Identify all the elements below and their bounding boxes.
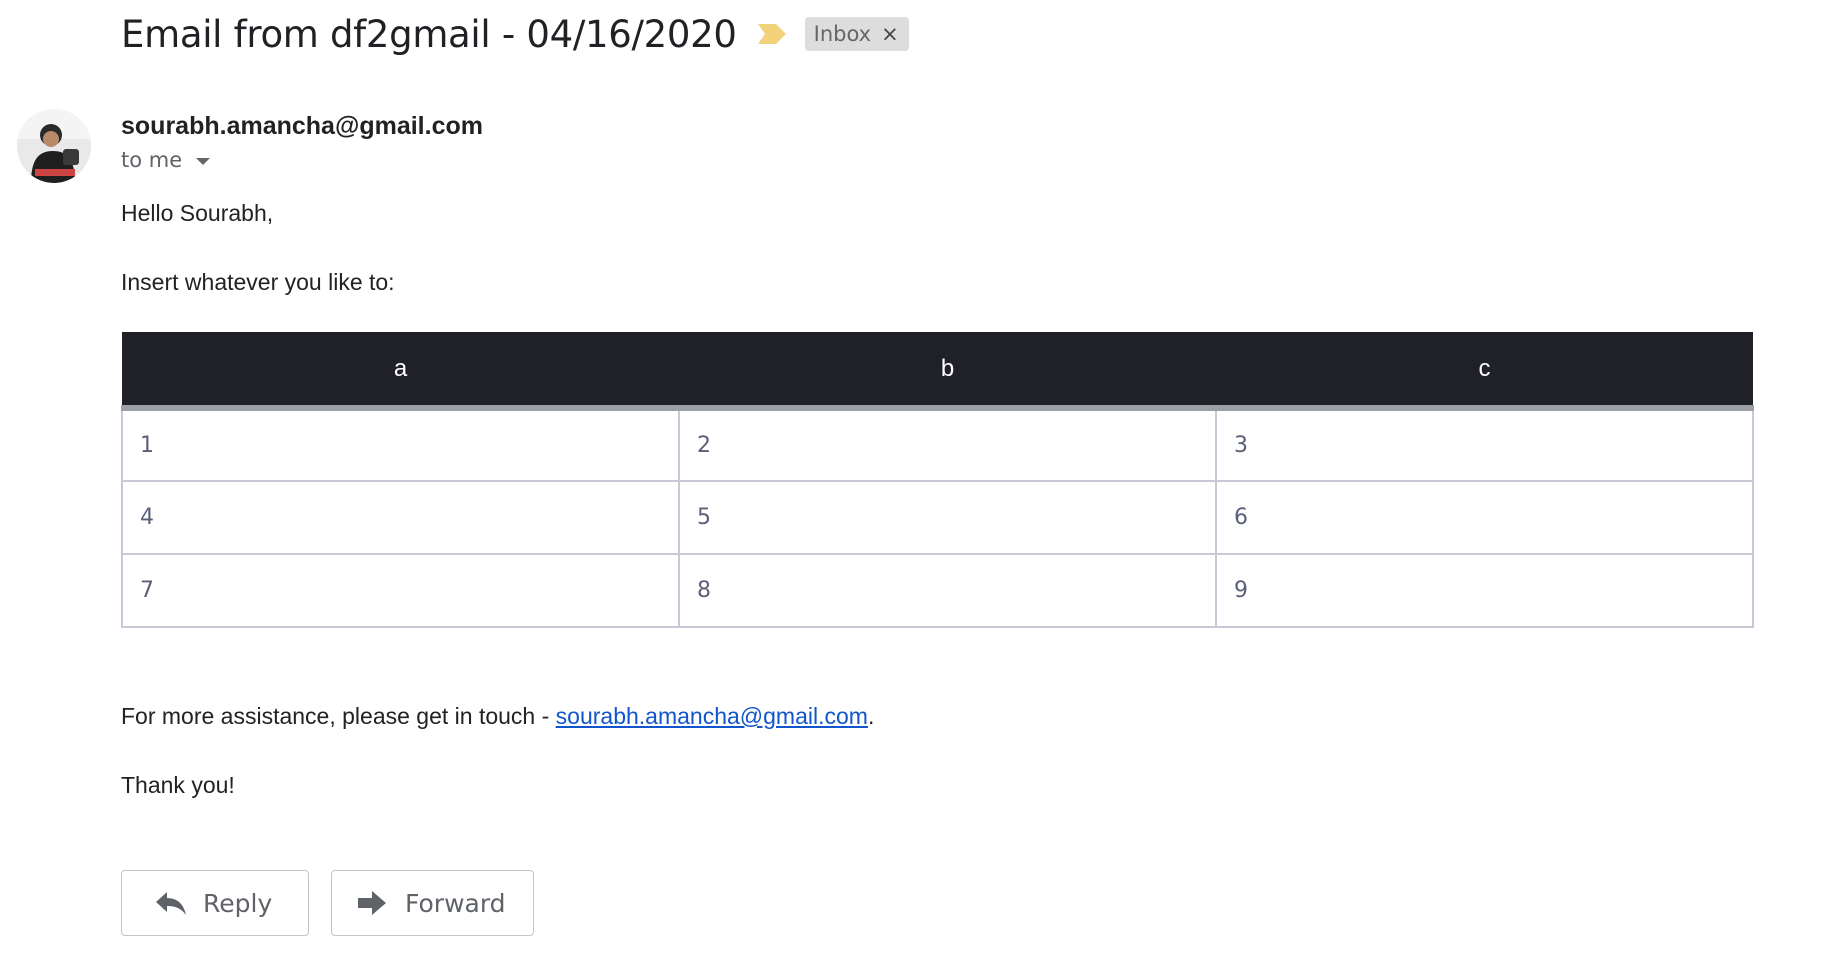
email-intro: Insert whatever you like to: — [121, 269, 395, 295]
table-cell: 8 — [678, 553, 1217, 628]
label-text: Inbox — [813, 22, 872, 46]
table-row: 4 5 6 — [121, 480, 1754, 555]
assistance-text: For more assistance, please get in touch… — [121, 703, 874, 730]
table-cell: 5 — [678, 480, 1217, 555]
table-header-cell: c — [1216, 332, 1753, 411]
recipient-row: to me — [121, 148, 211, 172]
table-cell: 2 — [678, 407, 1217, 482]
table-cell: 7 — [121, 553, 680, 628]
sender-email: sourabh.amancha@gmail.com — [121, 112, 483, 140]
assistance-prefix: For more assistance, please get in touch… — [121, 703, 556, 729]
table-cell: 4 — [121, 480, 680, 555]
caret-down-icon[interactable] — [196, 158, 211, 165]
table-cell: 1 — [121, 407, 680, 482]
table-header-row: a b c — [122, 332, 1753, 411]
importance-marker-icon[interactable] — [757, 20, 789, 48]
reply-arrow-icon — [155, 889, 189, 917]
table-header-cell: b — [679, 332, 1216, 411]
reply-button[interactable]: Reply — [121, 870, 309, 936]
reply-label: Reply — [203, 888, 273, 918]
data-table: a b c 1 2 3 4 5 6 7 8 9 — [121, 332, 1754, 628]
assistance-suffix: . — [867, 703, 875, 729]
email-subject: Email from df2gmail - 04/16/2020 — [121, 12, 737, 56]
forward-label: Forward — [405, 888, 506, 918]
table-cell: 6 — [1215, 480, 1754, 555]
table-header-cell: a — [122, 332, 679, 411]
table-row: 7 8 9 — [121, 553, 1754, 628]
inbox-label-chip[interactable]: Inbox × — [804, 17, 909, 51]
avatar[interactable] — [17, 109, 91, 183]
email-signoff: Thank you! — [121, 772, 235, 798]
email-greeting: Hello Sourabh, — [121, 200, 274, 226]
label-remove-icon[interactable]: × — [881, 23, 899, 45]
table-row: 1 2 3 — [121, 407, 1754, 482]
forward-arrow-icon — [357, 889, 391, 917]
table-cell: 3 — [1215, 407, 1754, 482]
recipient-text: to me — [121, 148, 183, 172]
forward-button[interactable]: Forward — [331, 870, 534, 936]
contact-email-link[interactable]: sourabh.amancha@gmail.com — [556, 703, 868, 729]
subject-row: Email from df2gmail - 04/16/2020 Inbox × — [121, 6, 909, 62]
table-cell: 9 — [1215, 553, 1754, 628]
